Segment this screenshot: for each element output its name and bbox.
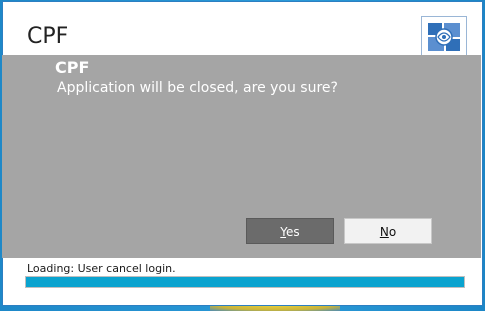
cpf-logo-icon <box>421 16 467 58</box>
progress-bar <box>25 276 465 288</box>
status-text: Loading: User cancel login. <box>27 262 176 275</box>
confirm-dialog: CPF Application will be closed, are you … <box>2 55 481 258</box>
yes-label-rest: es <box>286 225 300 239</box>
no-label-rest: o <box>388 225 397 239</box>
app-title: CPF <box>27 24 69 49</box>
yes-button[interactable]: Yes <box>246 218 334 244</box>
no-accelerator: N <box>379 225 389 239</box>
dialog-title: CPF <box>55 58 90 77</box>
progress-fill <box>26 277 464 287</box>
dialog-message: Application will be closed, are you sure… <box>57 80 338 96</box>
no-button[interactable]: No <box>344 218 432 244</box>
